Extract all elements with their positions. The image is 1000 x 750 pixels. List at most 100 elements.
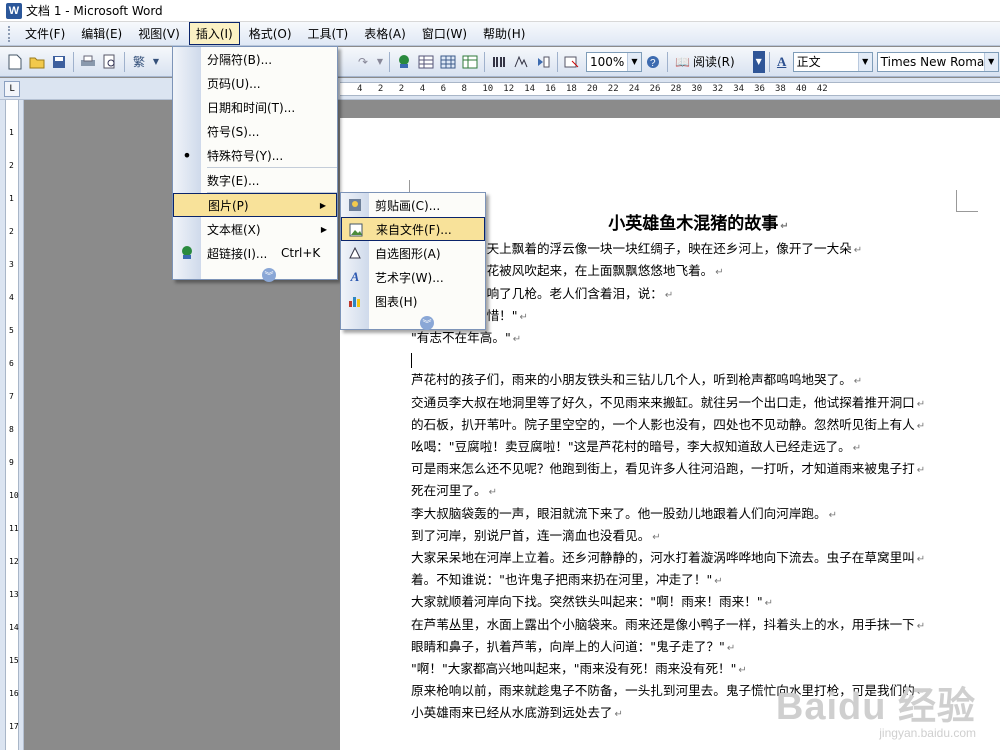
clipart-icon	[347, 197, 363, 213]
submenu-item-clipart[interactable]: 剪贴画(C)...	[341, 193, 485, 217]
submenu-item-autoshapes[interactable]: 自选图形(A)	[341, 241, 485, 265]
document-line: 着。不知谁说："也许鬼子把雨来扔在河里，冲走了！" ↵	[411, 570, 966, 592]
menu-tools[interactable]: 工具(T)	[301, 22, 356, 45]
document-title: 小英雄鱼木混猪的故事 ↵	[411, 214, 966, 237]
redo-dropdown-icon[interactable]: ▼	[375, 52, 385, 72]
menu-item-number[interactable]: 数字(E)...	[173, 168, 337, 192]
document-title-text: 小英雄鱼木混猪的故事	[608, 214, 779, 234]
menu-item-special-symbol[interactable]: • 特殊符号(Y)...	[173, 143, 337, 167]
document-line-text: 吆喝："豆腐啦！卖豆腐啦！"这是芦花村的暗号，李大叔知道敌人已经走远了。	[411, 439, 851, 455]
font-dropdown-icon[interactable]: ▼	[983, 52, 998, 71]
menu-item-picture[interactable]: 图片(P) ▶	[173, 193, 337, 217]
document-line-text: 大家呆呆地在河岸上立着。还乡河静静的，河水打着漩涡哗哗地向下流去。虫子在草窝里叫	[411, 550, 915, 566]
show-hide-icon[interactable]	[562, 52, 582, 72]
hyperlink-globe-icon	[179, 245, 195, 261]
menu-edit[interactable]: 编辑(E)	[74, 22, 129, 45]
dropdown-arrow-icon[interactable]: ▼	[151, 52, 161, 72]
toolbar-separator	[73, 51, 74, 72]
vertical-ruler-number: 2	[9, 227, 14, 236]
font-select[interactable]: Times New Roman ▼	[876, 51, 999, 72]
menu-table[interactable]: 表格(A)	[357, 22, 413, 45]
menu-item-label: 艺术字(W)...	[375, 270, 444, 285]
toolbar-separator	[768, 51, 770, 72]
menu-item-hyperlink[interactable]: 超链接(I)... Ctrl+K	[173, 241, 337, 265]
new-document-icon[interactable]	[5, 52, 25, 72]
menu-item-break[interactable]: 分隔符(B)...	[173, 47, 337, 71]
menu-help[interactable]: 帮助(H)	[476, 22, 532, 45]
document-line-text: 大家就顺着河岸向下找。突然铁头叫起来："啊！雨来！雨来！"	[411, 594, 763, 610]
document-line-text: "啊！"大家都高兴地叫起来，"雨来没有死！雨来没有死！"	[411, 661, 737, 677]
menu-file[interactable]: 文件(F)	[18, 22, 72, 45]
vertical-ruler-number: 6	[9, 359, 14, 368]
help-icon[interactable]: ?	[643, 52, 663, 72]
styles-formatting-icon[interactable]: A	[773, 53, 791, 71]
save-icon[interactable]	[49, 52, 69, 72]
toolbar-overflow-icon[interactable]: ▼	[752, 50, 765, 73]
drawing-icon[interactable]	[511, 52, 531, 72]
ruler-number: 38	[775, 84, 786, 94]
menu-item-label: 日期和时间(T)...	[207, 100, 296, 115]
print-icon[interactable]	[78, 52, 98, 72]
vertical-ruler-number: 10	[9, 491, 19, 500]
menu-view[interactable]: 视图(V)	[131, 22, 187, 45]
read-mode-label: 阅读(R)	[692, 55, 735, 69]
document-line: 死在河里了。 ↵	[411, 481, 966, 503]
document-line	[411, 350, 966, 370]
zoom-select[interactable]: 100% ▼	[586, 51, 642, 72]
menubar-grip[interactable]	[8, 25, 12, 42]
style-select[interactable]: 正文 ▼	[792, 51, 873, 72]
paragraph-mark: ↵	[853, 245, 863, 257]
document-line: 大家就顺着河岸向下找。突然铁头叫起来："啊！雨来！雨来！" ↵	[411, 592, 966, 614]
ruler-number: 14	[524, 84, 536, 94]
ruler-number: 2	[398, 84, 405, 94]
vertical-ruler-number: 16	[9, 689, 19, 698]
menu-item-label: 符号(S)...	[207, 124, 260, 139]
zoom-dropdown-icon[interactable]: ▼	[627, 52, 641, 71]
menu-item-label: 自选图形(A)	[375, 246, 441, 261]
vertical-ruler[interactable]: 12123456789101112131415161718	[0, 100, 24, 750]
hyperlink-icon[interactable]	[394, 52, 414, 72]
menu-item-page-numbers[interactable]: 页码(U)...	[173, 71, 337, 95]
horizontal-ruler[interactable]: L	[0, 78, 1000, 100]
ruler-number: 34	[733, 84, 745, 94]
menu-window[interactable]: 窗口(W)	[415, 22, 474, 45]
research-icon[interactable]: 繁	[129, 52, 149, 72]
menu-item-label: 数字(E)...	[207, 173, 260, 188]
columns-icon[interactable]	[489, 52, 509, 72]
bullet-icon: •	[182, 145, 192, 165]
style-dropdown-icon[interactable]: ▼	[857, 52, 872, 71]
tables-borders-icon[interactable]	[416, 52, 436, 72]
vertical-ruler-number: 14	[9, 623, 19, 632]
vertical-ruler-number: 5	[9, 326, 14, 335]
vertical-ruler-number: 3	[9, 260, 14, 269]
document-line-text: 的石板，扒开苇叶。院子里空空的，一个人影也没有，四处也不见动静。忽然听见街上有人	[411, 416, 915, 432]
ruler-number: 20	[586, 84, 598, 94]
ruler-number: 42	[816, 84, 828, 94]
document-map-icon[interactable]	[533, 52, 553, 72]
submenu-item-from-file[interactable]: 来自文件(F)...	[341, 217, 485, 241]
redo-icon[interactable]: ↷	[353, 52, 373, 72]
ruler-number: 18	[566, 84, 577, 94]
ruler-number: 2	[377, 84, 384, 94]
tab-selector[interactable]: L	[4, 81, 20, 97]
menu-format[interactable]: 格式(O)	[242, 22, 299, 45]
ruler-number: 24	[628, 84, 640, 94]
submenu-item-chart[interactable]: 图表(H)	[341, 289, 485, 313]
document-body[interactable]: 小英雄鱼木混猪的故事 ↵ 下去。蓝蓝的天上飘着的浮云像一块一块红绸子，映在还乡河上…	[411, 214, 966, 726]
document-line: 大家呆呆地在河岸上立着。还乡河静静的，河水打着漩涡哗哗地向下流去。虫子在草窝里叫…	[411, 548, 966, 570]
ruler-number: 16	[545, 84, 556, 94]
menu-item-date-time[interactable]: 日期和时间(T)...	[173, 95, 337, 119]
menu-item-textbox[interactable]: 文本框(X) ▶	[173, 217, 337, 241]
paragraph-mark: ↵	[916, 398, 926, 410]
vertical-ruler-number: 11	[9, 524, 19, 533]
baidu-watermark: Baidu 经验 jingyan.baidu.com	[776, 675, 976, 740]
menu-insert[interactable]: 插入(I)	[188, 22, 240, 45]
zoom-value: 100%	[590, 54, 625, 69]
read-mode-button[interactable]: 📖 阅读(R)	[671, 52, 739, 72]
insert-excel-icon[interactable]	[460, 52, 480, 72]
menu-item-symbol[interactable]: 符号(S)...	[173, 119, 337, 143]
open-folder-icon[interactable]	[27, 52, 47, 72]
print-preview-icon[interactable]	[100, 52, 120, 72]
insert-table-icon[interactable]	[438, 52, 458, 72]
submenu-item-wordart[interactable]: A 艺术字(W)...	[341, 265, 485, 289]
